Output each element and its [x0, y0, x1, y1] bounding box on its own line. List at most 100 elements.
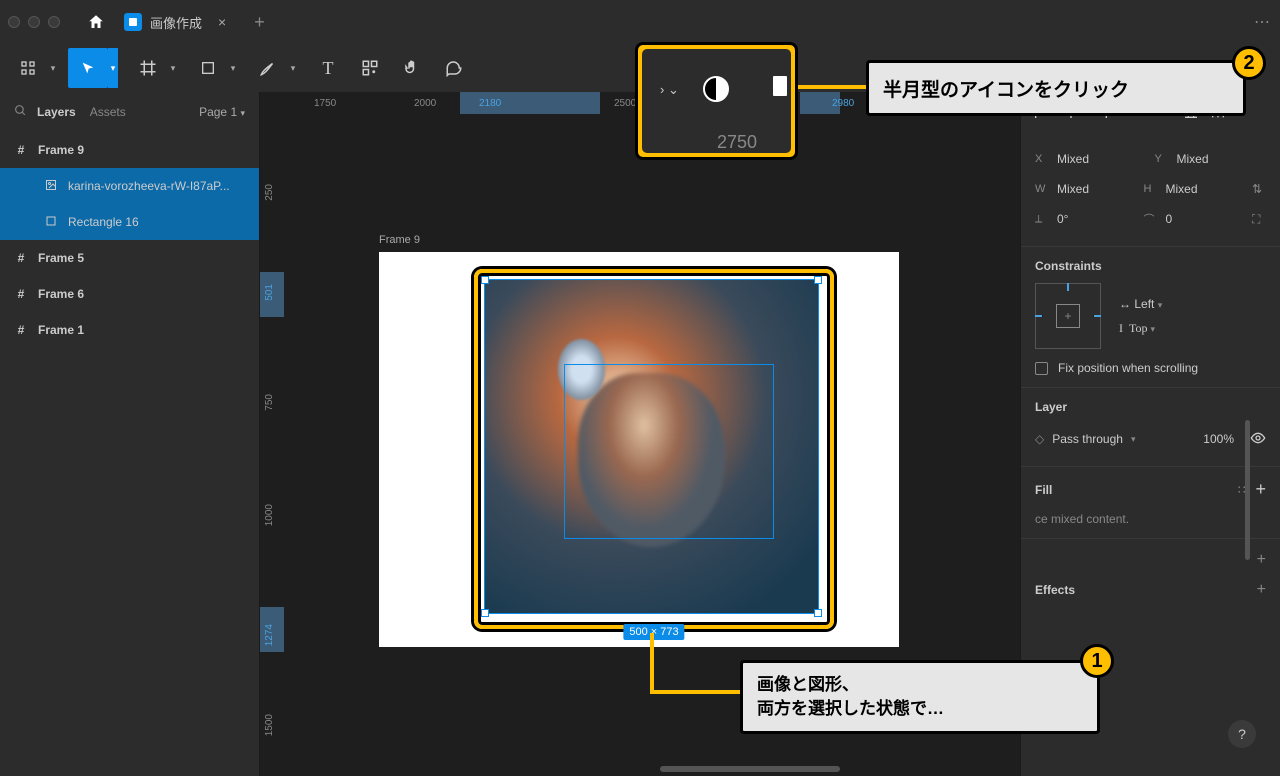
annotation-connector: [650, 633, 654, 693]
chevron-down-icon[interactable]: ▾: [288, 48, 298, 88]
tab-current[interactable]: 画像作成 ×: [112, 0, 238, 44]
max-dot[interactable]: [48, 16, 60, 28]
layer-row[interactable]: karina-vorozheeva-rW-I87aP...: [0, 168, 259, 204]
layer-row[interactable]: # Frame 1: [0, 312, 259, 348]
ruler-mark: 1750: [314, 98, 336, 109]
hand-tool[interactable]: [392, 48, 432, 88]
frame-icon: #: [14, 143, 28, 157]
chevron-down-icon[interactable]: › ⌄: [660, 82, 679, 98]
close-icon[interactable]: ×: [218, 14, 226, 30]
frame-icon: #: [14, 287, 28, 301]
page-selector[interactable]: Page 1 ▾: [199, 105, 245, 119]
traffic-lights: [8, 16, 60, 28]
main-menu[interactable]: [8, 48, 48, 88]
angle-icon: ⟂: [1035, 213, 1049, 226]
home-button[interactable]: [80, 6, 112, 38]
fill-section: Fill ∷ + ce mixed content.: [1021, 467, 1280, 539]
blend-icon: ◇: [1035, 432, 1044, 446]
frame-icon: #: [14, 323, 28, 337]
text-tool[interactable]: T: [308, 48, 348, 88]
layer-label: Rectangle 16: [68, 215, 139, 229]
ruler-mark: 1000: [264, 504, 275, 526]
x-label: X: [1035, 153, 1049, 165]
add-effect-button[interactable]: +: [1257, 581, 1266, 599]
ruler-mark: 750: [264, 394, 275, 411]
link-icon[interactable]: ⇅: [1252, 182, 1266, 196]
scrollbar-horizontal[interactable]: [660, 766, 840, 772]
chevron-down-icon[interactable]: ▾: [228, 48, 238, 88]
eye-icon[interactable]: [1250, 430, 1266, 449]
section-title: Layer: [1035, 400, 1266, 414]
panel-scrollbar[interactable]: [1245, 420, 1250, 560]
layers-tab[interactable]: Layers: [37, 105, 76, 119]
frame-icon: #: [14, 251, 28, 265]
comment-tool[interactable]: [434, 48, 474, 88]
ruler-mark: 2180: [479, 98, 501, 109]
constraints-widget[interactable]: +: [1035, 283, 1101, 349]
help-button[interactable]: ?: [1228, 720, 1256, 748]
min-dot[interactable]: [28, 16, 40, 28]
annotation-connector: [798, 85, 866, 89]
h-label: H: [1144, 183, 1158, 195]
resources-tool[interactable]: [350, 48, 390, 88]
constraint-h[interactable]: ↔ Left ▾: [1119, 297, 1162, 311]
selection-dims: 500 × 773: [623, 624, 684, 640]
x-value[interactable]: Mixed: [1057, 152, 1147, 166]
radius-icon: ⌒: [1144, 211, 1158, 227]
annotation-connector: [650, 690, 740, 694]
close-dot[interactable]: [8, 16, 20, 28]
search-icon[interactable]: [14, 104, 27, 120]
mask-icon[interactable]: [703, 76, 729, 102]
ruler-mark: 501: [264, 284, 275, 301]
w-value[interactable]: Mixed: [1057, 182, 1136, 196]
blend-mode[interactable]: Pass through: [1052, 432, 1123, 446]
annotation-tip-1: 画像と図形、 両方を選択した状態で…: [740, 660, 1100, 734]
layer-row[interactable]: #Frame 5: [0, 240, 259, 276]
layer-label: Frame 9: [38, 143, 84, 157]
w-label: W: [1035, 183, 1049, 195]
add-fill-button[interactable]: +: [1255, 479, 1266, 500]
ruler-mark: 2000: [414, 98, 436, 109]
chevron-down-icon[interactable]: ▾: [168, 48, 178, 88]
constraint-v[interactable]: I Top ▾: [1119, 321, 1162, 336]
layer-row[interactable]: # Frame 9: [0, 132, 259, 168]
fix-position-checkbox[interactable]: [1035, 362, 1048, 375]
frame-tool[interactable]: [128, 48, 168, 88]
frame-label[interactable]: Frame 9: [379, 234, 420, 246]
layer-label: Frame 1: [38, 323, 84, 337]
file-icon: [124, 13, 142, 31]
add-button[interactable]: +: [1257, 551, 1266, 569]
annotation-badge-2: 2: [1232, 46, 1266, 80]
more-menu[interactable]: ⋯: [1254, 12, 1272, 32]
component-icon[interactable]: [773, 76, 787, 96]
stroke-section: +: [1021, 539, 1280, 581]
opacity-value[interactable]: 100%: [1203, 432, 1234, 446]
expand-icon[interactable]: ⛶: [1252, 212, 1266, 227]
tab-title: 画像作成: [150, 13, 202, 32]
rotation-value[interactable]: 0°: [1057, 212, 1136, 226]
move-tool[interactable]: [68, 48, 108, 88]
ruler-mark: 1500: [264, 714, 275, 736]
layer-list: # Frame 9 karina-vorozheeva-rW-I87aP... Rec…: [0, 132, 259, 348]
layer-row[interactable]: Rectangle 16: [0, 204, 259, 240]
new-tab-button[interactable]: +: [254, 12, 265, 33]
left-panel: Layers Assets Page 1 ▾ # Frame 9 karina-vo…: [0, 92, 260, 776]
layer-row[interactable]: #Frame 6: [0, 276, 259, 312]
y-value[interactable]: Mixed: [1177, 152, 1267, 166]
chevron-down-icon[interactable]: ▾: [108, 48, 118, 88]
constraints-section: Constraints + ↔ Left ▾ I Top ▾ Fix posit…: [1021, 247, 1280, 388]
section-title: Constraints: [1035, 259, 1266, 273]
assets-tab[interactable]: Assets: [90, 105, 126, 119]
annotation-badge-1: 1: [1080, 644, 1114, 678]
annotation-highlight-1: [474, 269, 834, 629]
layer-section: Layer ◇ Pass through ▾ 100%: [1021, 388, 1280, 467]
h-value[interactable]: Mixed: [1166, 182, 1245, 196]
radius-value[interactable]: 0: [1166, 212, 1245, 226]
shape-tool[interactable]: [188, 48, 228, 88]
chevron-down-icon[interactable]: ▾: [48, 48, 58, 88]
effects-section: Effects +: [1021, 581, 1280, 611]
pen-tool[interactable]: [248, 48, 288, 88]
ruler-vertical: 250 501 750 1000 1274 1500: [260, 114, 284, 776]
image-icon: [44, 179, 58, 194]
annotation-tip-2: 半月型のアイコンをクリック: [866, 60, 1246, 116]
